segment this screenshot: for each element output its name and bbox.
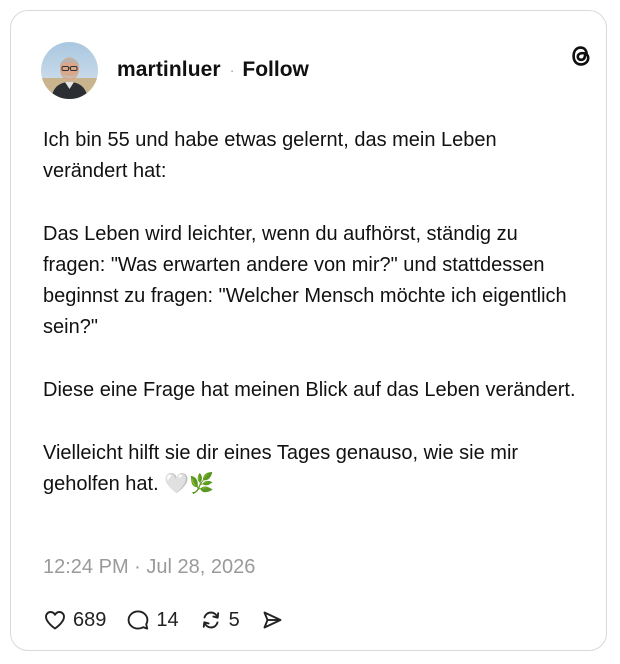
threads-logo-icon[interactable] (567, 42, 595, 70)
username[interactable]: martinluer (117, 58, 221, 82)
send-icon (260, 608, 284, 632)
separator-dot: · (229, 62, 235, 78)
follow-button[interactable]: Follow (242, 58, 309, 82)
avatar[interactable] (41, 41, 98, 99)
repost-icon (199, 608, 223, 632)
heart-icon (43, 608, 67, 632)
repost-button[interactable]: 5 (199, 608, 240, 632)
threads-post-card: martinluer · Follow Ich bin 55 und habe … (10, 10, 607, 651)
repost-count: 5 (228, 608, 240, 631)
reply-count: 14 (156, 608, 179, 631)
comment-bubble-icon (126, 608, 150, 632)
post-timestamp[interactable]: 12:24 PM · Jul 28, 2026 (43, 556, 255, 579)
post-body: Ich bin 55 und habe etwas gelernt, das m… (43, 125, 583, 532)
post-header: martinluer · Follow (41, 38, 309, 102)
share-button[interactable] (260, 608, 284, 632)
like-button[interactable]: 689 (43, 608, 106, 632)
reply-button[interactable]: 14 (126, 608, 179, 632)
post-paragraph: Ich bin 55 und habe etwas gelernt, das m… (43, 129, 497, 182)
post-paragraph: Das Leben wird leichter, wenn du aufhörs… (43, 223, 567, 338)
action-bar: 689 14 5 (43, 604, 304, 636)
post-paragraph: Diese eine Frage hat meinen Blick auf da… (43, 379, 576, 401)
avatar-image (41, 41, 98, 99)
like-count: 689 (73, 608, 107, 631)
post-paragraph: Vielleicht hilft sie dir eines Tages gen… (43, 442, 519, 495)
